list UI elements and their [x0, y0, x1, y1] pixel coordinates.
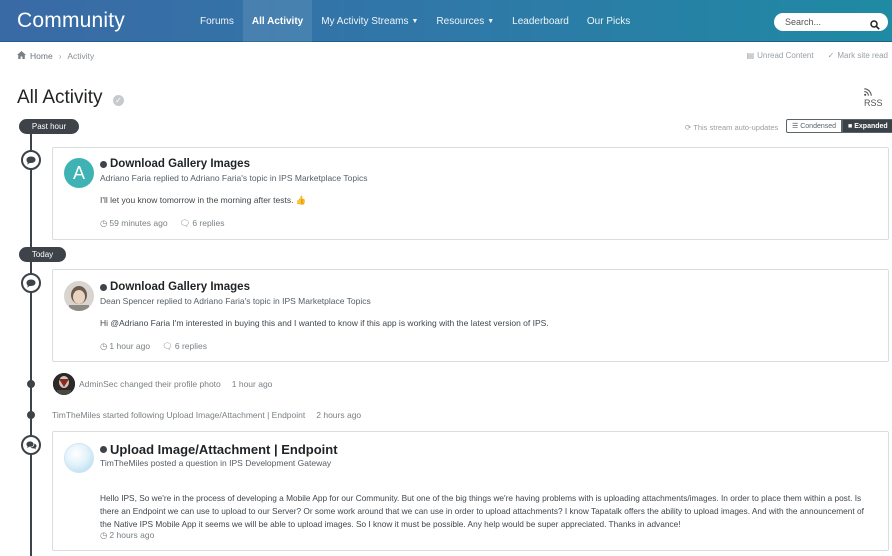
search-icon[interactable]	[870, 17, 880, 30]
chevron-right-icon: ›	[58, 51, 62, 61]
unread-dot-icon	[100, 160, 107, 168]
expanded-view-button[interactable]: ■ Expanded	[842, 119, 892, 133]
avatar[interactable]	[64, 443, 94, 473]
comments-icon	[21, 435, 41, 455]
activity-time[interactable]: 2 hours ago	[316, 410, 361, 420]
replies-count[interactable]: 🗨 6 replies	[162, 341, 207, 352]
nav-all-activity[interactable]: All Activity	[242, 0, 313, 42]
comment-icon	[21, 273, 41, 293]
comment-icon	[21, 150, 41, 170]
card-meta: ◷ 2 hours ago	[100, 530, 154, 541]
breadcrumb-home[interactable]: Home	[30, 51, 53, 61]
mark-site-read-link[interactable]: ✓ Mark site read	[828, 51, 888, 60]
activity-text[interactable]: TimTheMiles started following Upload Ima…	[52, 410, 305, 420]
breadcrumb: Home › Activity	[17, 51, 94, 61]
unread-icon: ▤	[746, 51, 755, 60]
rss-icon	[864, 88, 872, 98]
breadcrumb-current: Activity	[67, 51, 95, 61]
post-time[interactable]: ◷ 1 hour ago	[100, 341, 150, 352]
activity-text[interactable]: AdminSec changed their profile photo	[79, 379, 221, 389]
card-title-link[interactable]: Upload Image/Attachment | Endpoint	[100, 442, 338, 457]
follow-check-icon[interactable]: ✓	[113, 95, 124, 106]
timeline-line	[30, 134, 32, 556]
card-title-link[interactable]: Download Gallery Images	[100, 281, 250, 293]
comment-icon: 🗨	[162, 341, 173, 351]
activity-item: TimTheMiles started following Upload Ima…	[52, 410, 361, 420]
nav-forums[interactable]: Forums	[191, 0, 243, 42]
refresh-icon: ⟳	[685, 123, 692, 132]
card-subtitle: Dean Spencer replied to Adriano Faria's …	[100, 296, 371, 306]
activity-card: Upload Image/Attachment | Endpoint TimTh…	[52, 431, 889, 551]
avatar[interactable]	[64, 281, 94, 311]
section-label-today: Today	[19, 247, 66, 262]
chevron-down-icon: ▼	[487, 17, 495, 25]
nav-resources[interactable]: Resources ▼	[427, 0, 503, 42]
site-logo[interactable]: Community	[17, 9, 125, 33]
view-toggle: ☰ Condensed ■ Expanded	[786, 119, 892, 133]
clock-icon: ◷	[100, 218, 108, 228]
auto-update-label: ⟳ This stream auto-updates	[685, 123, 779, 132]
unread-content-link[interactable]: ▤ Unread Content	[747, 51, 814, 60]
list-icon: ☰	[792, 123, 801, 130]
card-body: I'll let you know tomorrow in the mornin…	[100, 195, 307, 205]
post-time[interactable]: ◷ 2 hours ago	[100, 530, 154, 541]
avatar[interactable]: A	[64, 158, 94, 188]
section-label-past-hour: Past hour	[19, 119, 79, 134]
card-body: Hello IPS, So we're in the process of de…	[100, 493, 864, 529]
avatar[interactable]	[53, 373, 75, 395]
nav-our-picks[interactable]: Our Picks	[578, 0, 639, 42]
page-title: All Activity	[17, 87, 103, 108]
clock-icon: ◷	[100, 341, 108, 351]
home-icon	[17, 51, 26, 61]
card-body: Hi @Adriano Faria I'm interested in buyi…	[100, 318, 549, 328]
activity-item: AdminSec changed their profile photo 1 ho…	[79, 379, 272, 389]
rss-link[interactable]: RSS	[864, 88, 892, 108]
chevron-down-icon: ▼	[411, 17, 419, 25]
post-time[interactable]: ◷ 59 minutes ago	[100, 218, 168, 229]
check-icon: ✓	[827, 51, 835, 60]
search-box	[774, 13, 888, 31]
nav-leaderboard[interactable]: Leaderboard	[503, 0, 578, 42]
site-header: Community Forums All Activity My Activit…	[0, 0, 892, 42]
timeline-dot	[27, 411, 35, 419]
clock-icon: ◷	[100, 530, 108, 540]
nav-my-activity-streams[interactable]: My Activity Streams ▼	[312, 0, 427, 42]
card-subtitle: TimTheMiles posted a question in IPS Dev…	[100, 458, 332, 468]
timeline-dot	[27, 380, 35, 388]
activity-time[interactable]: 1 hour ago	[232, 379, 273, 389]
top-actions: ▤ Unread Content ✓ Mark site read	[747, 51, 888, 60]
condensed-view-button[interactable]: ☰ Condensed	[786, 119, 843, 133]
replies-count[interactable]: 🗨 6 replies	[180, 218, 225, 229]
activity-card: A Download Gallery Images Adriano Faria …	[52, 147, 889, 240]
main-nav: Forums All Activity My Activity Streams ▼…	[191, 0, 639, 42]
comment-icon: 🗨	[179, 218, 191, 228]
card-meta: ◷ 1 hour ago 🗨 6 replies	[100, 341, 207, 352]
unread-dot-icon	[100, 446, 107, 453]
card-subtitle: Adriano Faria replied to Adriano Faria's…	[100, 173, 368, 183]
search-input[interactable]	[785, 17, 865, 27]
unread-dot-icon	[100, 283, 107, 291]
activity-card: Download Gallery Images Dean Spencer rep…	[52, 269, 889, 362]
card-meta: ◷ 59 minutes ago 🗨 6 replies	[100, 218, 224, 229]
card-title-link[interactable]: Download Gallery Images	[100, 158, 250, 170]
